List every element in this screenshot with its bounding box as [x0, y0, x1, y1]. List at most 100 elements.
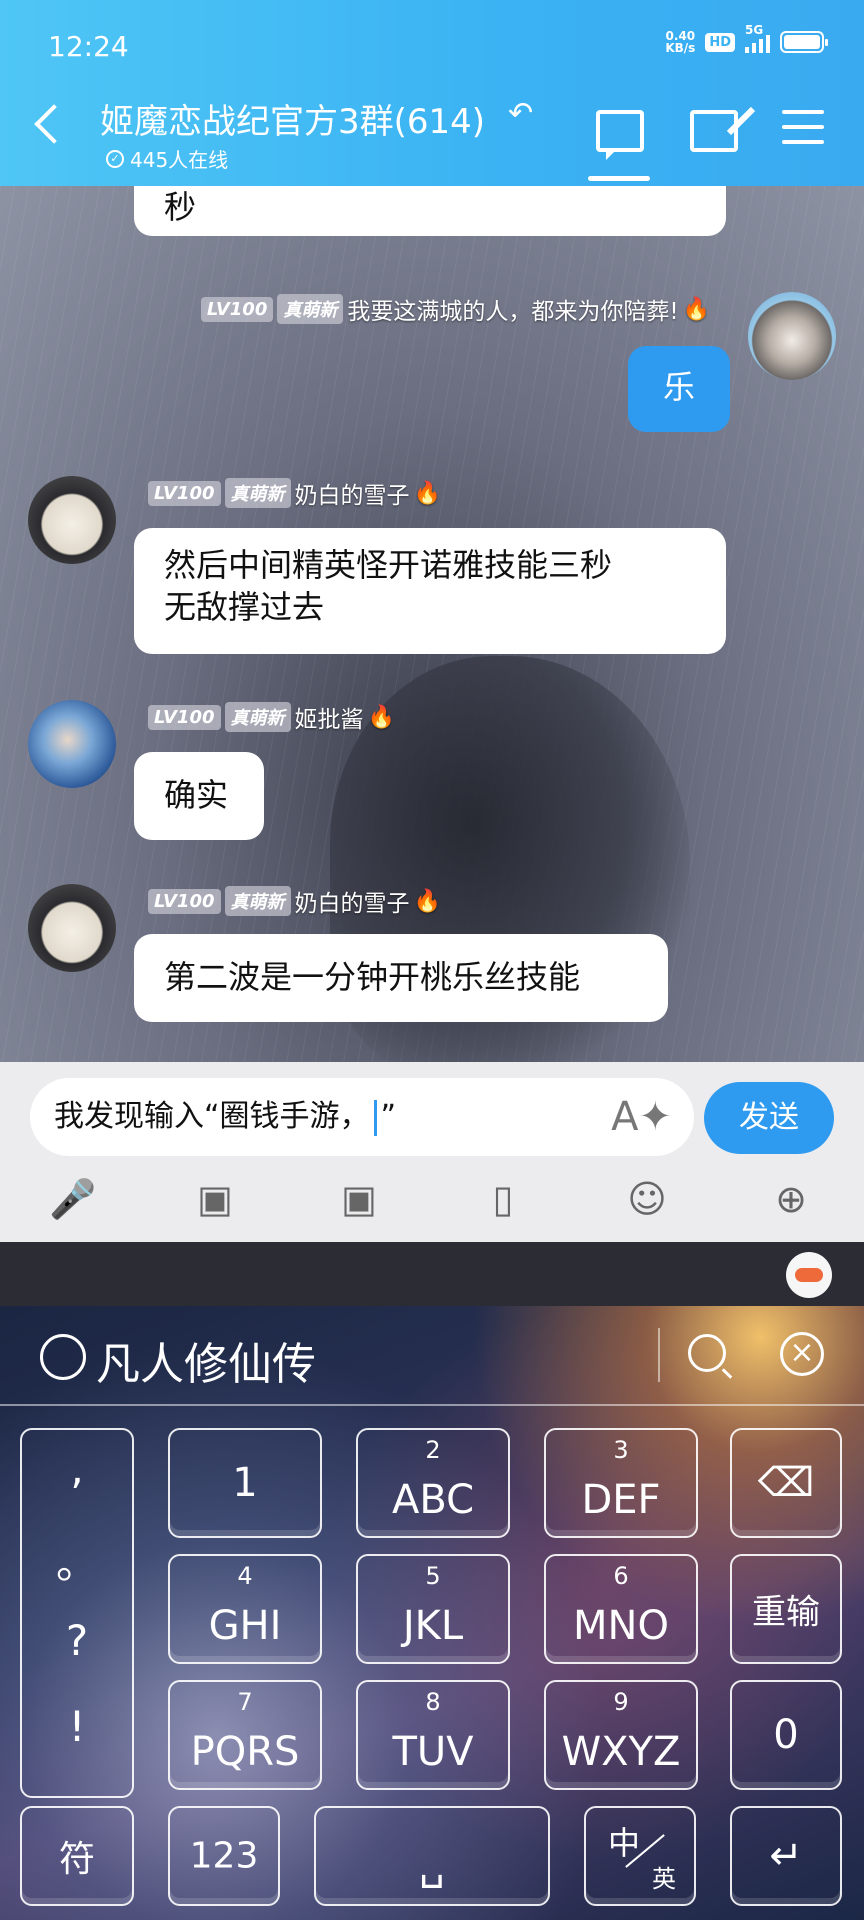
fire-icon: 🔥 — [413, 888, 441, 914]
ime-mascot-icon[interactable] — [786, 1252, 832, 1298]
message-bubble[interactable]: 确实 — [134, 752, 264, 840]
key-ghi[interactable]: 4 GHI — [168, 1554, 322, 1664]
check-icon: ✓ — [106, 149, 124, 168]
send-button[interactable]: 发送 — [704, 1082, 834, 1154]
keyboard: 凡人修仙传 × , 。 ? ! 1 2 ABC 3 DEF ⌫ 4 GHI 5 … — [0, 1306, 864, 1920]
network-type: 5G — [745, 23, 764, 37]
camera-icon[interactable]: ▣ — [334, 1174, 384, 1224]
key-digit: 3 — [613, 1436, 629, 1464]
key-digit: 9 — [613, 1688, 629, 1716]
chat-header: 12:24 0.40 KB/s HD 5G 姬魔恋战纪官方3群(614) ↶ ✓… — [0, 0, 864, 186]
sender-name: 奶白的雪子 — [294, 891, 410, 917]
key-label: 重输 — [752, 1592, 820, 1633]
key-label: 1 — [232, 1460, 258, 1506]
composer-toolbar: 🎤 ▣ ▣ ▯ ☺ ⊕ — [0, 1174, 864, 1234]
plus-icon[interactable]: ⊕ — [766, 1174, 816, 1224]
red-packet-icon[interactable]: ▯ — [478, 1174, 528, 1224]
candidate-separator — [658, 1328, 660, 1382]
key-digit: 2 — [425, 1436, 441, 1464]
enter-icon: ↵ — [769, 1833, 803, 1879]
sender-avatar[interactable] — [28, 700, 116, 788]
space-key[interactable]: ␣ — [314, 1806, 550, 1906]
punct-question[interactable]: ? — [22, 1616, 132, 1665]
key-label: WXYZ — [561, 1729, 681, 1775]
space-icon: ␣ — [419, 1842, 445, 1889]
group-title[interactable]: 姬魔恋战纪官方3群(614) — [100, 94, 485, 143]
candidate-divider — [0, 1404, 864, 1406]
online-count[interactable]: ✓ 445人在线 — [106, 144, 228, 173]
message-bubble[interactable]: 第二波是一分钟开桃乐丝技能 — [134, 934, 668, 1022]
key-mno[interactable]: 6 MNO — [544, 1554, 698, 1664]
composer: 我发现输入“圈钱手游， ” A✦ 发送 🎤 ▣ ▣ ▯ ☺ ⊕ — [0, 1062, 864, 1242]
network-speed-unit: KB/s — [665, 41, 696, 55]
edit-icon[interactable] — [690, 110, 738, 152]
network-speed: 0.40 KB/s — [665, 30, 695, 54]
reenter-key[interactable]: 重输 — [730, 1554, 842, 1664]
key-abc[interactable]: 2 ABC — [356, 1428, 510, 1538]
fire-icon: 🔥 — [367, 704, 395, 730]
fire-icon: 🔥 — [682, 296, 710, 322]
key-label: GHI — [208, 1603, 282, 1649]
search-icon[interactable] — [688, 1334, 726, 1372]
message-bubble[interactable]: 秒 — [134, 186, 726, 236]
message-text: 乐 — [662, 368, 695, 406]
back-icon[interactable] — [34, 104, 74, 144]
key-label: DEF — [581, 1477, 661, 1523]
message-bubble[interactable]: 然后中间精英怪开诺雅技能三秒 无敌撑过去 — [134, 528, 726, 654]
candidate-word[interactable]: 凡人修仙传 — [96, 1328, 316, 1392]
message-list[interactable]: 秒 LV100 真萌新 我要这满城的人，都来为你陪葬! 🔥 乐 LV100 真萌… — [0, 186, 864, 1062]
punct-period[interactable]: 。 — [22, 1530, 132, 1591]
sender-avatar[interactable] — [28, 476, 116, 564]
key-def[interactable]: 3 DEF — [544, 1428, 698, 1538]
punctuation-column[interactable]: , 。 ? ! — [20, 1428, 134, 1798]
chat-tab-underline — [588, 176, 650, 181]
key-0[interactable]: 0 — [730, 1680, 842, 1790]
status-icons: 0.40 KB/s HD 5G — [665, 23, 828, 54]
close-icon[interactable]: × — [780, 1332, 824, 1376]
key-wxyz[interactable]: 9 WXYZ — [544, 1680, 698, 1790]
sender-avatar[interactable] — [28, 884, 116, 972]
title-badge: 真萌新 — [224, 886, 291, 916]
level-badge: LV100 — [148, 704, 221, 730]
key-digit: 4 — [237, 1562, 253, 1590]
punct-exclaim[interactable]: ! — [22, 1702, 132, 1751]
microphone-icon[interactable]: 🎤 — [48, 1174, 98, 1224]
my-avatar[interactable] — [748, 292, 836, 380]
key-label: ABC — [391, 1477, 475, 1523]
key-label: JKL — [402, 1603, 464, 1649]
key-label: 0 — [773, 1712, 799, 1758]
ime-logo-icon[interactable] — [40, 1334, 86, 1380]
chat-tab-icon[interactable] — [596, 110, 644, 160]
sender-info: LV100 真萌新 奶白的雪子 🔥 — [148, 884, 441, 918]
enter-key[interactable]: ↵ — [730, 1806, 842, 1906]
status-bar: 12:24 0.40 KB/s HD 5G — [48, 23, 828, 70]
message-input[interactable]: 我发现输入“圈钱手游， ” A✦ — [30, 1078, 694, 1156]
hd-icon: HD — [705, 32, 735, 52]
message-text: 第二波是一分钟开桃乐丝技能 — [164, 958, 581, 996]
key-digit: 6 — [613, 1562, 629, 1590]
emoji-icon[interactable]: ☺ — [622, 1174, 672, 1224]
text-caret — [373, 1099, 377, 1136]
level-badge: LV100 — [148, 888, 221, 914]
online-count-label: 445人在线 — [130, 148, 229, 172]
key-digit: 8 — [425, 1688, 441, 1716]
punct-comma[interactable]: , — [22, 1444, 132, 1493]
ai-sparkle-icon[interactable]: A✦ — [611, 1094, 672, 1140]
backspace-key[interactable]: ⌫ — [730, 1428, 842, 1538]
image-icon[interactable]: ▣ — [190, 1174, 240, 1224]
key-tuv[interactable]: 8 TUV — [356, 1680, 510, 1790]
message-bubble[interactable]: 乐 — [628, 346, 730, 432]
title-badge: 真萌新 — [224, 478, 291, 508]
menu-icon[interactable] — [782, 110, 824, 152]
key-pqrs[interactable]: 7 PQRS — [168, 1680, 322, 1790]
numbers-key[interactable]: 123 — [168, 1806, 280, 1906]
ear-icon[interactable]: ↶ — [508, 96, 533, 131]
sender-info: LV100 真萌新 奶白的雪子 🔥 — [148, 476, 441, 510]
key-jkl[interactable]: 5 JKL — [356, 1554, 510, 1664]
candidate-bar: 凡人修仙传 × — [0, 1306, 864, 1402]
sender-name: 我要这满城的人，都来为你陪葬! — [347, 299, 679, 325]
level-badge: LV100 — [200, 296, 274, 322]
key-1[interactable]: 1 — [168, 1428, 322, 1538]
language-toggle-key[interactable]: 中 英 — [584, 1806, 696, 1906]
symbols-key[interactable]: 符 — [20, 1806, 134, 1906]
